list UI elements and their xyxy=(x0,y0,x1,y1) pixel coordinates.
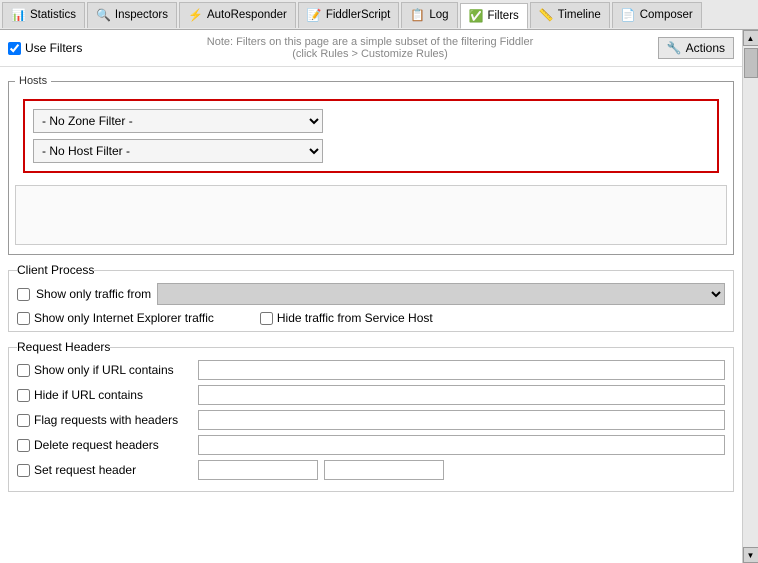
fiddlerscript-icon: 📝 xyxy=(307,8,322,22)
request-headers-section: Request Headers Show only if URL contain… xyxy=(8,340,734,492)
hide-url-input[interactable] xyxy=(198,385,725,405)
use-filters-text: Use Filters xyxy=(25,41,82,55)
url-contains-label[interactable]: Show only if URL contains xyxy=(17,363,192,377)
tab-statistics-label: Statistics xyxy=(30,9,76,21)
composer-icon: 📄 xyxy=(621,8,636,22)
log-icon: 📋 xyxy=(410,8,425,22)
flag-headers-label[interactable]: Flag requests with headers xyxy=(17,413,192,427)
show-ie-label[interactable]: Show only Internet Explorer traffic xyxy=(17,311,214,325)
scrollbar-up-button[interactable]: ▲ xyxy=(743,30,758,46)
content-area: Use Filters Note: Filters on this page a… xyxy=(0,30,742,563)
flag-headers-input[interactable] xyxy=(198,410,725,430)
show-only-traffic-select[interactable] xyxy=(157,283,725,305)
delete-headers-label[interactable]: Delete request headers xyxy=(17,438,192,452)
host-filter-select[interactable]: - No Host Filter - Hide connects to ... xyxy=(33,139,323,163)
tab-fiddlerscript-label: FiddlerScript xyxy=(326,9,391,21)
tab-filters-label: Filters xyxy=(487,10,518,22)
statistics-icon: 📊 xyxy=(11,8,26,22)
autoresponder-icon: ⚡ xyxy=(188,8,203,22)
delete-headers-input[interactable] xyxy=(198,435,725,455)
tab-statistics[interactable]: 📊 Statistics xyxy=(2,2,85,28)
rh-row-url-contains: Show only if URL contains xyxy=(17,360,725,380)
bottom-spacer xyxy=(0,500,742,520)
tab-inspectors[interactable]: 🔍 Inspectors xyxy=(87,2,177,28)
client-process-legend: Client Process xyxy=(17,263,94,277)
url-contains-text: Show only if URL contains xyxy=(34,363,174,377)
actions-label: Actions xyxy=(686,41,725,55)
hosts-fieldset: Hosts - No Zone Filter - Show only Intra… xyxy=(8,75,734,255)
hosts-textarea[interactable] xyxy=(15,185,727,245)
set-header-name-input[interactable] xyxy=(198,460,318,480)
flag-headers-text: Flag requests with headers xyxy=(34,413,178,427)
tab-composer[interactable]: 📄 Composer xyxy=(612,2,702,28)
note-text: Note: Filters on this page are a simple … xyxy=(90,36,649,60)
scrollbar-thumb[interactable] xyxy=(744,48,758,78)
show-only-traffic-checkbox[interactable] xyxy=(17,288,30,301)
tab-log[interactable]: 📋 Log xyxy=(401,2,457,28)
inner-scroll[interactable]: Hosts - No Zone Filter - Show only Intra… xyxy=(0,67,742,557)
hosts-red-box: - No Zone Filter - Show only Intranet Ho… xyxy=(23,99,719,173)
hide-service-host-checkbox[interactable] xyxy=(260,312,273,325)
tab-timeline-label: Timeline xyxy=(558,9,601,21)
main-content: Use Filters Note: Filters on this page a… xyxy=(0,30,758,563)
tab-timeline[interactable]: 📏 Timeline xyxy=(530,2,610,28)
hide-url-checkbox[interactable] xyxy=(17,389,30,402)
zone-filter-select[interactable]: - No Zone Filter - Show only Intranet Ho… xyxy=(33,109,323,133)
hide-service-host-label[interactable]: Hide traffic from Service Host xyxy=(260,311,433,325)
tab-composer-label: Composer xyxy=(640,9,693,21)
rh-row-set-header: Set request header xyxy=(17,460,725,480)
tab-log-label: Log xyxy=(429,9,448,21)
set-header-text: Set request header xyxy=(34,463,136,477)
hide-service-host-text: Hide traffic from Service Host xyxy=(277,311,433,325)
hosts-legend: Hosts xyxy=(15,75,51,87)
client-process-section: Client Process Show only traffic from Sh… xyxy=(8,263,734,332)
tab-filters[interactable]: ✅ Filters xyxy=(460,3,528,29)
tab-inspectors-label: Inspectors xyxy=(115,9,168,21)
show-ie-checkbox[interactable] xyxy=(17,312,30,325)
hide-url-label[interactable]: Hide if URL contains xyxy=(17,388,192,402)
rh-row-delete-headers: Delete request headers xyxy=(17,435,725,455)
set-header-value-input[interactable] xyxy=(324,460,444,480)
actions-button[interactable]: 🔧 Actions xyxy=(658,37,734,59)
use-filters-label[interactable]: Use Filters xyxy=(8,41,82,55)
url-contains-checkbox[interactable] xyxy=(17,364,30,377)
tab-fiddlerscript[interactable]: 📝 FiddlerScript xyxy=(298,2,400,28)
filters-icon: ✅ xyxy=(469,9,484,23)
request-headers-legend: Request Headers xyxy=(17,340,110,354)
scrollbar-down-button[interactable]: ▼ xyxy=(743,547,758,563)
flag-headers-checkbox[interactable] xyxy=(17,414,30,427)
scrollbar-track: ▲ ▼ xyxy=(742,30,758,563)
actions-icon: 🔧 xyxy=(667,41,682,55)
ie-and-service-row: Show only Internet Explorer traffic Hide… xyxy=(17,311,725,325)
tab-bar: 📊 Statistics 🔍 Inspectors ⚡ AutoResponde… xyxy=(0,0,758,30)
tab-autoresponder-label: AutoResponder xyxy=(207,9,287,21)
use-filters-checkbox[interactable] xyxy=(8,42,21,55)
delete-headers-text: Delete request headers xyxy=(34,438,159,452)
rh-row-flag-headers: Flag requests with headers xyxy=(17,410,725,430)
show-only-traffic-row: Show only traffic from xyxy=(17,283,725,305)
hide-url-text: Hide if URL contains xyxy=(34,388,143,402)
tab-autoresponder[interactable]: ⚡ AutoResponder xyxy=(179,2,296,28)
rh-row-hide-url: Hide if URL contains xyxy=(17,385,725,405)
set-header-label[interactable]: Set request header xyxy=(17,463,192,477)
show-ie-text: Show only Internet Explorer traffic xyxy=(34,311,214,325)
inspectors-icon: 🔍 xyxy=(96,8,111,22)
delete-headers-checkbox[interactable] xyxy=(17,439,30,452)
url-contains-input[interactable] xyxy=(198,360,725,380)
show-only-traffic-label: Show only traffic from xyxy=(36,287,151,301)
timeline-icon: 📏 xyxy=(539,8,554,22)
set-header-checkbox[interactable] xyxy=(17,464,30,477)
toolbar: Use Filters Note: Filters on this page a… xyxy=(0,30,742,67)
